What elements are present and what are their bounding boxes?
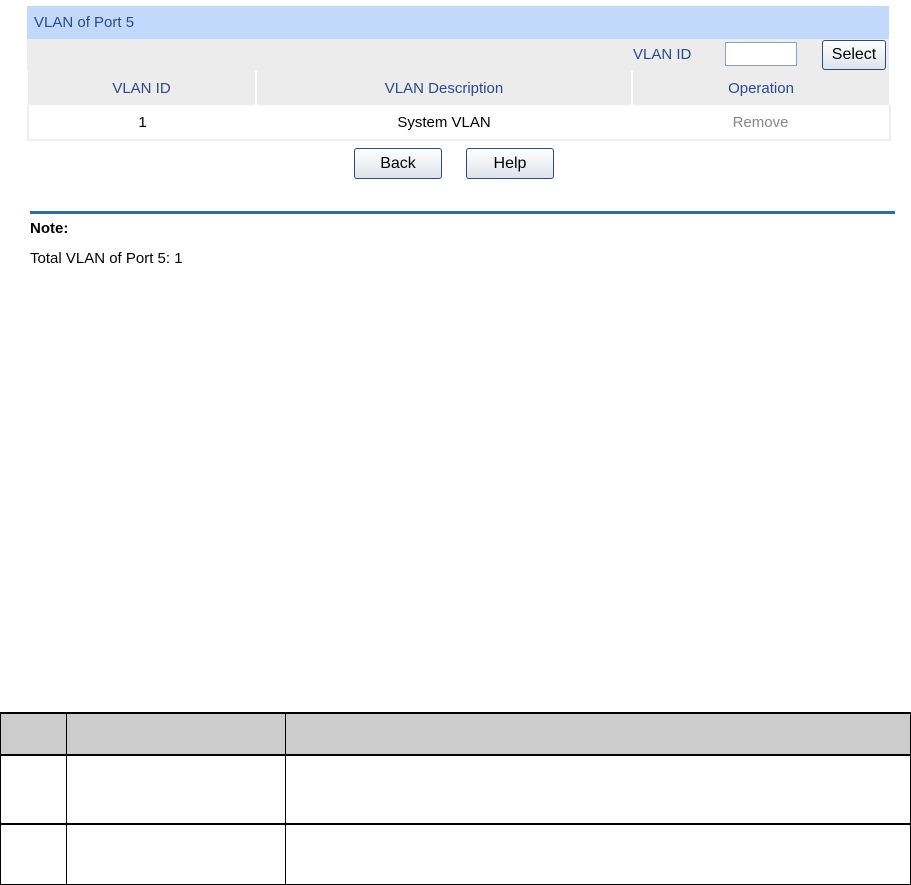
table-row: 1 System VLAN Remove — [28, 105, 890, 141]
help-button[interactable]: Help — [466, 148, 554, 179]
vlan-id-input[interactable] — [725, 42, 797, 66]
back-button[interactable]: Back — [354, 148, 442, 179]
vlan-id-label: VLAN ID — [633, 46, 692, 63]
note-title: Note: — [30, 220, 69, 237]
vlan-description-cell: System VLAN — [256, 105, 632, 141]
vlan-table: VLAN ID VLAN Description Operation 1 Sys… — [27, 71, 891, 141]
table-row — [0, 753, 911, 825]
description-table-header — [0, 712, 911, 756]
note-divider — [30, 211, 895, 214]
vlan-select-row: VLAN ID Select — [27, 39, 889, 71]
vlan-id-cell: 1 — [28, 105, 256, 141]
column-header-vlan-id: VLAN ID — [28, 71, 257, 105]
description-table — [0, 712, 911, 885]
select-button[interactable]: Select — [822, 40, 886, 70]
remove-link[interactable]: Remove — [632, 105, 890, 141]
note-text: Total VLAN of Port 5: 1 — [30, 250, 183, 267]
table-row — [0, 823, 911, 885]
column-header-vlan-description: VLAN Description — [256, 71, 633, 105]
panel-title: VLAN of Port 5 — [27, 6, 889, 39]
vlan-of-port-panel: VLAN of Port 5 VLAN ID Select VLAN ID VL… — [27, 6, 891, 141]
column-header-operation: Operation — [632, 71, 891, 105]
